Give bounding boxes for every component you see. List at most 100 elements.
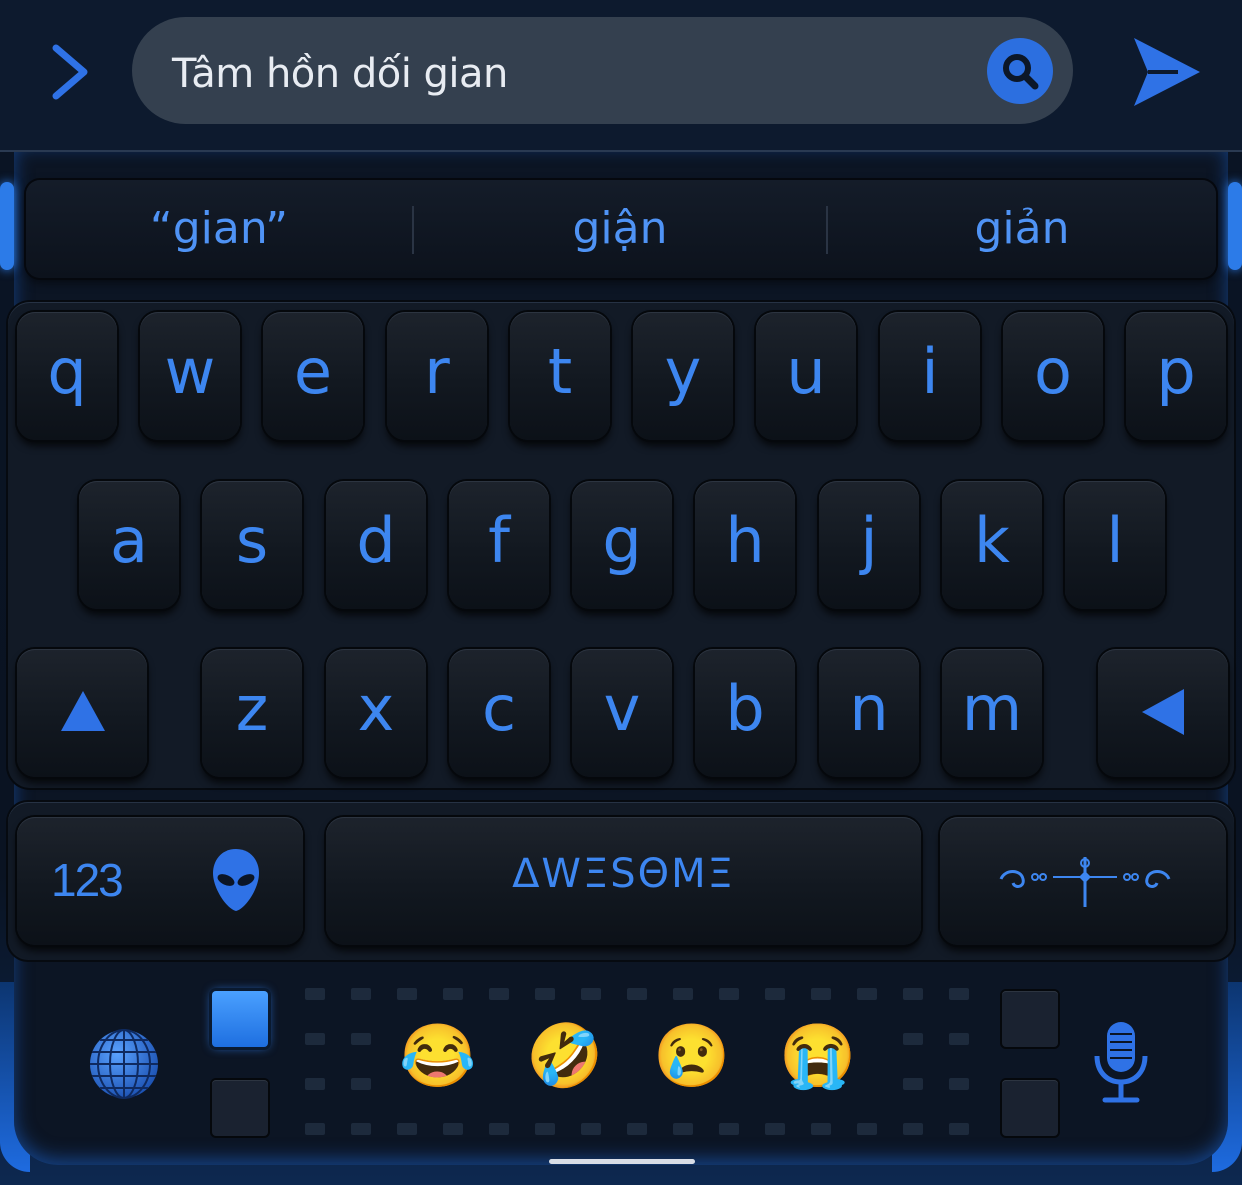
- grid-dot: [489, 1123, 509, 1135]
- shift-up-triangle-icon: [61, 691, 105, 731]
- space-label: ΔWΞSΘMΞ: [512, 851, 735, 897]
- emoji-joy[interactable]: 😂: [398, 1022, 478, 1092]
- key-t[interactable]: t: [510, 312, 610, 440]
- key-a[interactable]: a: [79, 481, 179, 609]
- grid-dot: [857, 988, 877, 1000]
- grid-dot: [397, 988, 417, 1000]
- key-w[interactable]: w: [140, 312, 240, 440]
- grid-dot: [535, 988, 555, 1000]
- suggestion-item[interactable]: giận: [414, 180, 826, 278]
- grid-dot: [903, 1123, 923, 1135]
- key-l[interactable]: l: [1065, 481, 1165, 609]
- toggle-indicator-off: [1002, 991, 1058, 1047]
- grid-dot: [903, 1078, 923, 1090]
- key-x[interactable]: x: [326, 649, 426, 777]
- grid-dot: [305, 1123, 325, 1135]
- grid-dot: [811, 1123, 831, 1135]
- key-g[interactable]: g: [572, 481, 672, 609]
- key-p[interactable]: p: [1126, 312, 1226, 440]
- grid-dot: [949, 988, 969, 1000]
- grid-dot: [719, 1123, 739, 1135]
- suggestion-glow-right: [1228, 182, 1242, 270]
- grid-dot: [811, 988, 831, 1000]
- numbers-label: 123: [51, 854, 124, 906]
- key-u[interactable]: u: [756, 312, 856, 440]
- grid-dot: [719, 988, 739, 1000]
- top-bar: Tâm hồn dối gian: [0, 0, 1242, 152]
- key-b[interactable]: b: [695, 649, 795, 777]
- grid-dot: [765, 1123, 785, 1135]
- grid-dot: [305, 1078, 325, 1090]
- grid-dot: [305, 988, 325, 1000]
- grid-dot: [535, 1123, 555, 1135]
- grid-dot: [443, 988, 463, 1000]
- emoji-rofl[interactable]: 🤣: [525, 1022, 605, 1092]
- grid-dot: [351, 1033, 371, 1045]
- key-s[interactable]: s: [202, 481, 302, 609]
- grid-dot: [903, 1033, 923, 1045]
- suggestion-item[interactable]: “gian”: [26, 180, 412, 278]
- grid-dot: [351, 1078, 371, 1090]
- grid-dot: [581, 1123, 601, 1135]
- grid-dot: [351, 1123, 371, 1135]
- alien-head-icon: [213, 849, 259, 911]
- key-h[interactable]: h: [695, 481, 795, 609]
- key-e[interactable]: e: [263, 312, 363, 440]
- key-o[interactable]: o: [1003, 312, 1103, 440]
- key-n[interactable]: n: [819, 649, 919, 777]
- paper-plane-icon[interactable]: [1128, 34, 1204, 110]
- grid-dot: [489, 988, 509, 1000]
- return-key[interactable]: [940, 817, 1226, 945]
- space-bar[interactable]: ΔWΞSΘMΞ: [326, 817, 921, 945]
- grid-dot: [949, 1078, 969, 1090]
- shift-key[interactable]: [17, 649, 147, 777]
- grid-dot: [351, 988, 371, 1000]
- numbers-emoji-key[interactable]: 123: [17, 817, 303, 945]
- key-d[interactable]: d: [326, 481, 426, 609]
- key-q[interactable]: q: [17, 312, 117, 440]
- ornament-flourish-icon: [999, 857, 1171, 907]
- grid-dot: [627, 1123, 647, 1135]
- key-c[interactable]: c: [449, 649, 549, 777]
- emoji-sobbing[interactable]: 😭: [778, 1022, 858, 1092]
- key-z[interactable]: z: [202, 649, 302, 777]
- search-input[interactable]: Tâm hồn dối gian: [132, 17, 1073, 124]
- toggle-indicator-off: [212, 1080, 268, 1136]
- microphone-icon[interactable]: [1090, 1020, 1152, 1106]
- suggestion-glow-left: [0, 182, 14, 270]
- key-f[interactable]: f: [449, 481, 549, 609]
- grid-dot: [443, 1123, 463, 1135]
- grid-dot: [857, 1123, 877, 1135]
- key-y[interactable]: y: [633, 312, 733, 440]
- delete-key[interactable]: [1098, 649, 1228, 777]
- key-i[interactable]: i: [880, 312, 980, 440]
- globe-icon[interactable]: [88, 1028, 160, 1100]
- magnifier-icon: [1003, 54, 1039, 90]
- grid-dot: [949, 1123, 969, 1135]
- key-k[interactable]: k: [942, 481, 1042, 609]
- emoji-crying[interactable]: 😢: [652, 1022, 732, 1092]
- toggle-indicator-off: [1002, 1080, 1058, 1136]
- home-indicator: [549, 1159, 695, 1164]
- grid-dot: [673, 1123, 693, 1135]
- suggestion-bar: “gian” giận giản: [26, 180, 1216, 278]
- key-j[interactable]: j: [819, 481, 919, 609]
- grid-dot: [673, 988, 693, 1000]
- key-r[interactable]: r: [387, 312, 487, 440]
- grid-dot: [765, 988, 785, 1000]
- keyboard: “gian” giận giản q w e r t y u i o p a s…: [0, 152, 1242, 1185]
- suggestion-item[interactable]: giản: [828, 180, 1216, 278]
- backspace-left-triangle-icon: [1142, 689, 1184, 735]
- key-m[interactable]: m: [942, 649, 1042, 777]
- toggle-indicator-on: [212, 991, 268, 1047]
- grid-dot: [627, 988, 647, 1000]
- grid-dot: [397, 1123, 417, 1135]
- key-v[interactable]: v: [572, 649, 672, 777]
- chevron-right-icon[interactable]: [44, 40, 100, 104]
- search-button[interactable]: [987, 38, 1053, 104]
- grid-dot: [581, 988, 601, 1000]
- grid-dot: [949, 1033, 969, 1045]
- search-input-text: Tâm hồn dối gian: [172, 51, 508, 97]
- grid-dot: [305, 1033, 325, 1045]
- grid-dot: [903, 988, 923, 1000]
